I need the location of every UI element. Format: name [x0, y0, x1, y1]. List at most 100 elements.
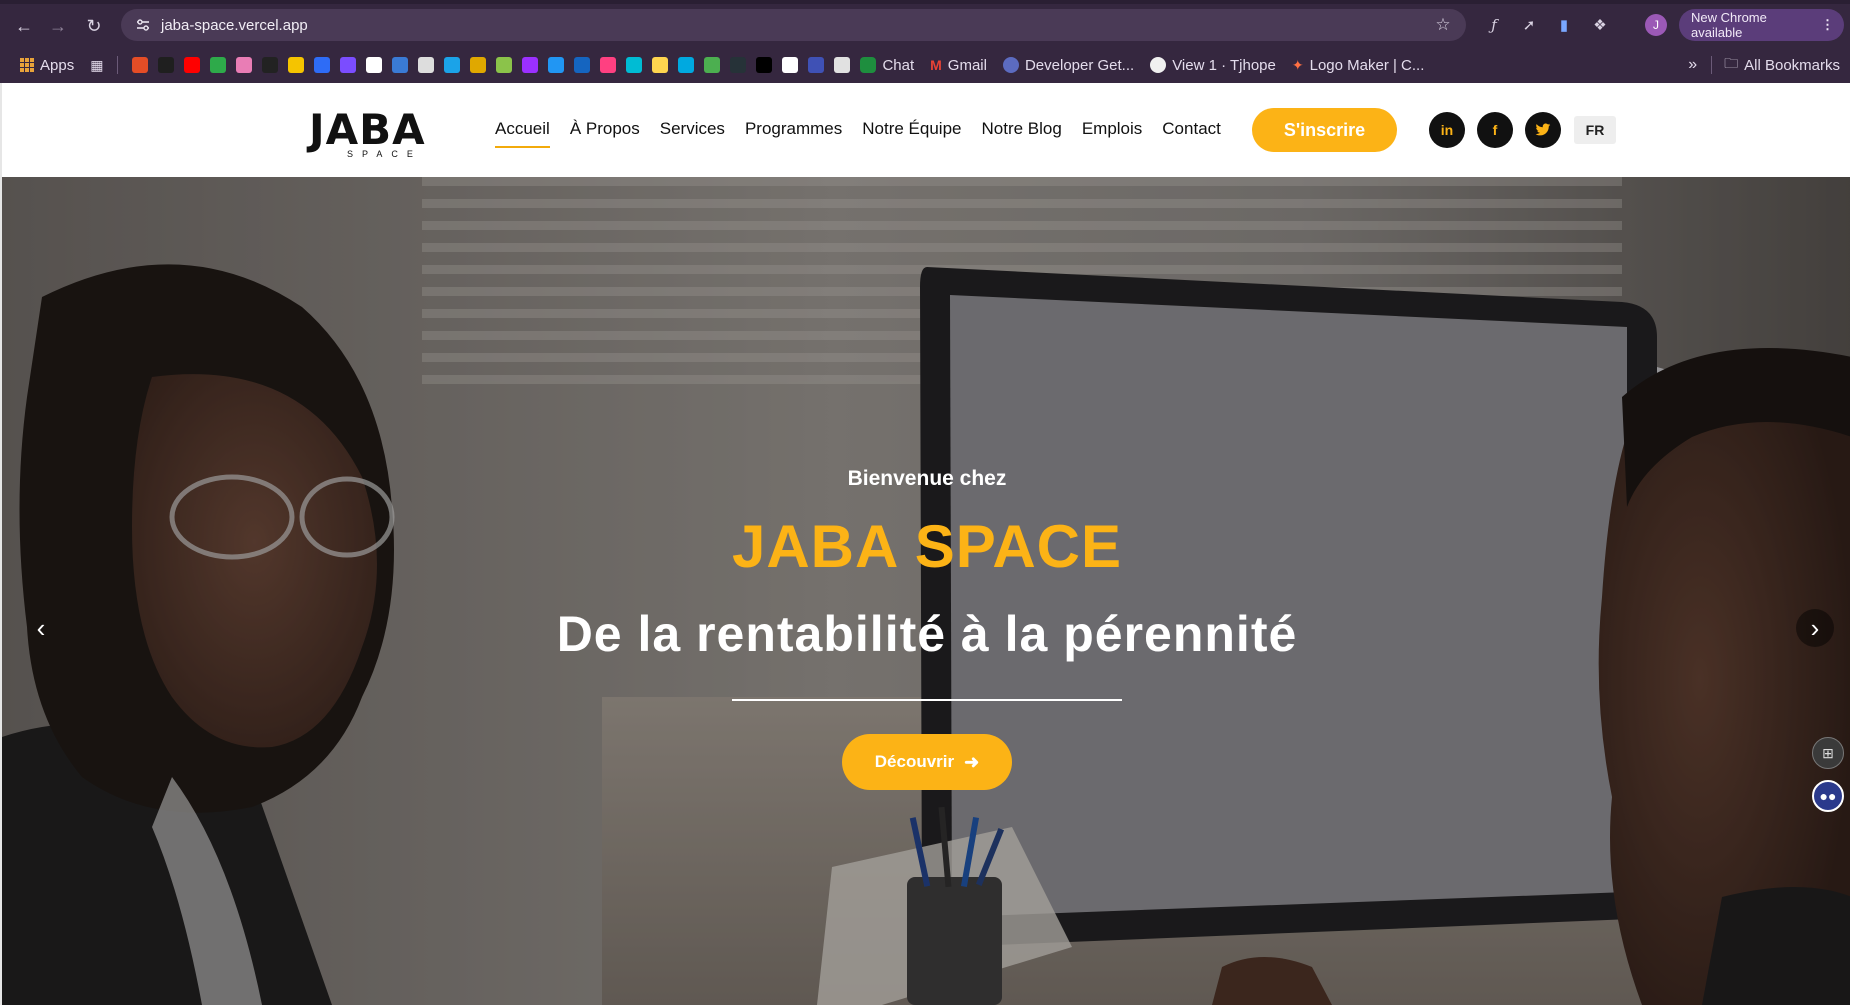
bookmark-icon-6[interactable] — [262, 57, 279, 73]
bookmark-star-icon[interactable]: ☆ — [1432, 14, 1454, 36]
nav-item-notre-quipe[interactable]: Notre Équipe — [862, 119, 961, 139]
favicon-icon — [782, 57, 799, 73]
bookmark-icon-15[interactable] — [496, 57, 513, 73]
facebook-icon[interactable]: f — [1477, 112, 1513, 148]
bookmark-icon-18[interactable] — [574, 57, 591, 73]
carousel-prev-button[interactable]: ‹ — [22, 609, 60, 647]
bookmark-icon-9[interactable] — [340, 57, 357, 73]
developer-icon — [1002, 57, 1019, 73]
chrome-update-button[interactable]: New Chrome available ⋮ — [1679, 9, 1844, 41]
bookmark-icon-19[interactable] — [600, 57, 617, 73]
linkedin-icon[interactable]: in — [1429, 112, 1465, 148]
bookmark-icon-1[interactable] — [132, 57, 149, 73]
bookmark-gmail[interactable]: M Gmail — [930, 57, 987, 74]
all-bookmarks-label[interactable]: All Bookmarks — [1744, 57, 1840, 74]
chatbot-floating-button[interactable]: ●● — [1812, 780, 1844, 812]
bookmark-icon-8[interactable] — [314, 57, 331, 73]
chevron-more-icon[interactable]: » — [1688, 56, 1697, 74]
favicon-icon — [834, 57, 851, 73]
nav-item-emplois[interactable]: Emplois — [1082, 119, 1142, 139]
bookmark-icon-16[interactable] — [522, 57, 539, 73]
favicon-icon — [522, 57, 539, 73]
nav-item-services[interactable]: Services — [660, 119, 725, 139]
nav-item-notre-blog[interactable]: Notre Blog — [981, 119, 1061, 139]
bookmark-icon-23[interactable] — [704, 57, 721, 73]
favicon-icon — [704, 57, 721, 73]
bookmark-icon-10[interactable] — [366, 57, 383, 73]
favicon-icon — [600, 57, 617, 73]
logo-subtitle: SPACE — [347, 149, 422, 159]
site-logo[interactable]: JABA SPACE — [309, 109, 459, 160]
url-text[interactable]: jaba-space.vercel.app — [161, 17, 308, 34]
bookmark-icon-13[interactable] — [444, 57, 461, 73]
reload-icon[interactable]: ↻ — [80, 12, 108, 40]
bookmark-icon-5[interactable] — [236, 57, 253, 73]
favicon-icon — [444, 57, 461, 73]
carousel-next-button[interactable]: › — [1796, 609, 1834, 647]
bookmark-chat[interactable]: Chat — [860, 57, 914, 74]
bookmark-icon-7[interactable] — [288, 57, 305, 73]
bookmark-tab-groups[interactable]: ▦ — [90, 57, 103, 74]
bookmark-icon-21[interactable] — [652, 57, 669, 73]
browser-chrome: ← → ↻ jaba-space.vercel.app ☆ ƒ ➚ ▮ ❖ J … — [0, 0, 1850, 83]
bookmark-github[interactable]: View 1 · Tjhope — [1150, 57, 1276, 74]
tab-strip — [0, 0, 1850, 4]
address-bar[interactable]: jaba-space.vercel.app ☆ — [121, 9, 1466, 41]
document-extension-icon[interactable]: ▮ — [1551, 12, 1577, 38]
apps-grid-icon — [20, 58, 34, 72]
bookmark-icon-25[interactable] — [756, 57, 773, 73]
chevron-right-icon: › — [1810, 612, 1820, 643]
favicon-icon — [288, 57, 305, 73]
bookmark-icon-24[interactable] — [730, 57, 747, 73]
gmail-icon: M — [930, 57, 942, 73]
bookmark-separator — [117, 56, 119, 74]
kebab-menu-icon[interactable]: ⋮ — [1821, 17, 1834, 33]
hero-content: Bienvenue chez JABA SPACE De la rentabil… — [2, 177, 1850, 1005]
favicon-icon — [626, 57, 643, 73]
forward-icon[interactable]: → — [44, 12, 72, 40]
favicon-icon — [392, 57, 409, 73]
bookmark-icon-20[interactable] — [626, 57, 643, 73]
apps-grid-floating-button[interactable]: ⊞ — [1812, 737, 1844, 769]
favicon-icon — [340, 57, 357, 73]
favicon-icon — [184, 57, 201, 73]
bookmark-icon-11[interactable] — [392, 57, 409, 73]
hero-divider — [732, 699, 1122, 701]
favicon-icon — [808, 57, 825, 73]
site-info-icon[interactable] — [127, 9, 159, 41]
nav-item-accueil[interactable]: Accueil — [495, 119, 550, 148]
bookmark-logo-maker[interactable]: ✦ Logo Maker | C... — [1292, 57, 1425, 74]
hero-welcome-text: Bienvenue chez — [847, 467, 1007, 490]
bookmark-icon-2[interactable] — [158, 57, 175, 73]
bookmark-icon-26[interactable] — [782, 57, 799, 73]
arrow-right-icon: ➜ — [964, 751, 980, 772]
bookmark-icon-22[interactable] — [678, 57, 695, 73]
bookmark-apps[interactable]: Apps — [20, 57, 74, 74]
bookmark-icon-27[interactable] — [808, 57, 825, 73]
favicon-icon — [470, 57, 487, 73]
bookmark-icon-12[interactable] — [418, 57, 435, 73]
favicon-icon — [574, 57, 591, 73]
back-icon[interactable]: ← — [10, 12, 38, 40]
twitter-icon[interactable] — [1525, 112, 1561, 148]
bookmark-icon-14[interactable] — [470, 57, 487, 73]
bookmark-icon-28[interactable] — [834, 57, 851, 73]
folder-icon: 🗀 — [1724, 55, 1739, 71]
fx-extension-icon[interactable]: ƒ — [1481, 12, 1507, 38]
discover-button[interactable]: Découvrir ➜ — [842, 734, 1012, 790]
bookmark-icon-3[interactable] — [184, 57, 201, 73]
nav-item-contact[interactable]: Contact — [1162, 119, 1221, 139]
bookmarks-bar: Apps ▦ Chat M Gmail Developer Get... Vie… — [0, 50, 1850, 80]
nav-item-programmes[interactable]: Programmes — [745, 119, 842, 139]
favicon-icon — [548, 57, 565, 73]
extensions-puzzle-icon[interactable]: ❖ — [1587, 12, 1613, 38]
bookmark-icon-4[interactable] — [210, 57, 227, 73]
profile-avatar[interactable]: J — [1645, 14, 1667, 36]
signup-button[interactable]: S'inscrire — [1252, 108, 1397, 152]
pen-extension-icon[interactable]: ➚ — [1516, 12, 1542, 38]
favicon-icon — [756, 57, 773, 73]
bookmark-icon-17[interactable] — [548, 57, 565, 73]
language-switcher[interactable]: FR — [1574, 116, 1616, 144]
nav-item--propos[interactable]: À Propos — [570, 119, 640, 139]
bookmark-developer[interactable]: Developer Get... — [1002, 57, 1134, 74]
